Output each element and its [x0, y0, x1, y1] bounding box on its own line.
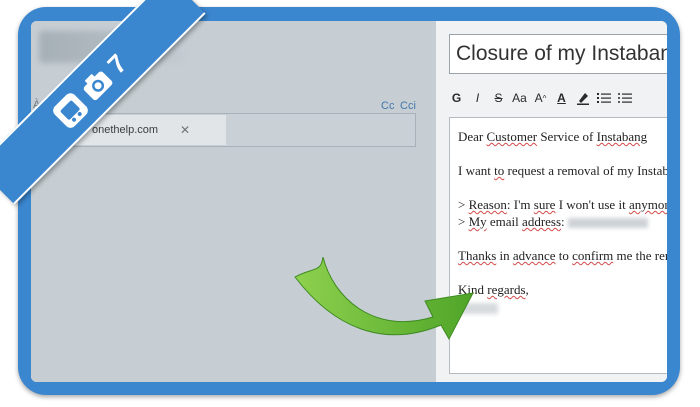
grow-font-button[interactable]: A ^ — [530, 87, 551, 109]
bullet-list-button[interactable] — [614, 87, 635, 109]
cc-link[interactable]: Cc — [381, 100, 394, 112]
email-line: > My email address: — [458, 213, 667, 230]
app-logo-icon — [53, 93, 88, 128]
request-line: I want to request a removal of my Instab… — [458, 162, 667, 179]
body-text: request a removal of my — [504, 163, 638, 178]
body-text: , — [525, 282, 529, 297]
body-text: : I'm — [506, 197, 534, 212]
subject-input[interactable]: Closure of my Instabang account — [449, 34, 667, 74]
body-text: the removal — [635, 248, 667, 263]
format-toolbar: G I S Aa A ^ A — [446, 87, 635, 109]
body-text: Service of — [537, 129, 597, 144]
reason-line: > Reason: I'm sure I won't use it anymor… — [458, 196, 667, 213]
body-text: to — [494, 163, 505, 178]
blurred-email — [567, 218, 648, 229]
body-text: me — [613, 248, 636, 263]
body-text: I want — [458, 163, 495, 178]
body-text: Reason — [468, 197, 507, 212]
highlight-button[interactable] — [572, 87, 593, 109]
bold-button[interactable]: G — [446, 87, 467, 109]
italic-button[interactable]: I — [467, 87, 488, 109]
step-frame: À Cc Cci onethelp.com ✕ Closure of my In… — [0, 0, 680, 395]
recipient-address: onethelp.com — [92, 124, 159, 136]
body-text: My — [468, 214, 487, 229]
body-text: email — [486, 214, 523, 229]
numbered-list-icon — [596, 93, 611, 103]
bullet-list-icon — [617, 93, 632, 103]
body-text: Dear — [458, 129, 487, 144]
greeting-line: Dear Customer Service of Instabang — [458, 128, 667, 145]
body-text: : — [561, 214, 565, 229]
font-color-button[interactable]: A — [551, 87, 572, 109]
body-text: Instabang — [596, 129, 648, 144]
body-text: in — [496, 248, 513, 263]
cci-link[interactable]: Cci — [400, 100, 416, 112]
caret-up-icon: ^ — [542, 93, 547, 103]
camera-icon — [83, 71, 113, 101]
body-text: I won't use it — [555, 197, 629, 212]
green-arrow-icon — [294, 257, 474, 341]
body-text: Instabang — [637, 163, 667, 178]
strikethrough-button[interactable]: S — [488, 87, 509, 109]
numbered-list-button[interactable] — [593, 87, 614, 109]
body-text: address — [522, 214, 562, 229]
remove-recipient-icon[interactable]: ✕ — [180, 115, 190, 145]
highlighter-icon — [576, 93, 589, 105]
body-text: Customer — [486, 129, 538, 144]
body-text: sure — [533, 197, 556, 212]
grow-font-letter: A — [534, 91, 543, 105]
body-text: advance — [512, 248, 556, 263]
body-text: confirm — [572, 248, 614, 263]
step-number: 7 — [101, 48, 133, 80]
font-size-button[interactable]: Aa — [509, 87, 530, 109]
body-text: > — [458, 214, 469, 229]
body-text: anymore — [628, 197, 667, 212]
body-text: to — [555, 248, 573, 263]
body-text: > — [458, 197, 469, 212]
